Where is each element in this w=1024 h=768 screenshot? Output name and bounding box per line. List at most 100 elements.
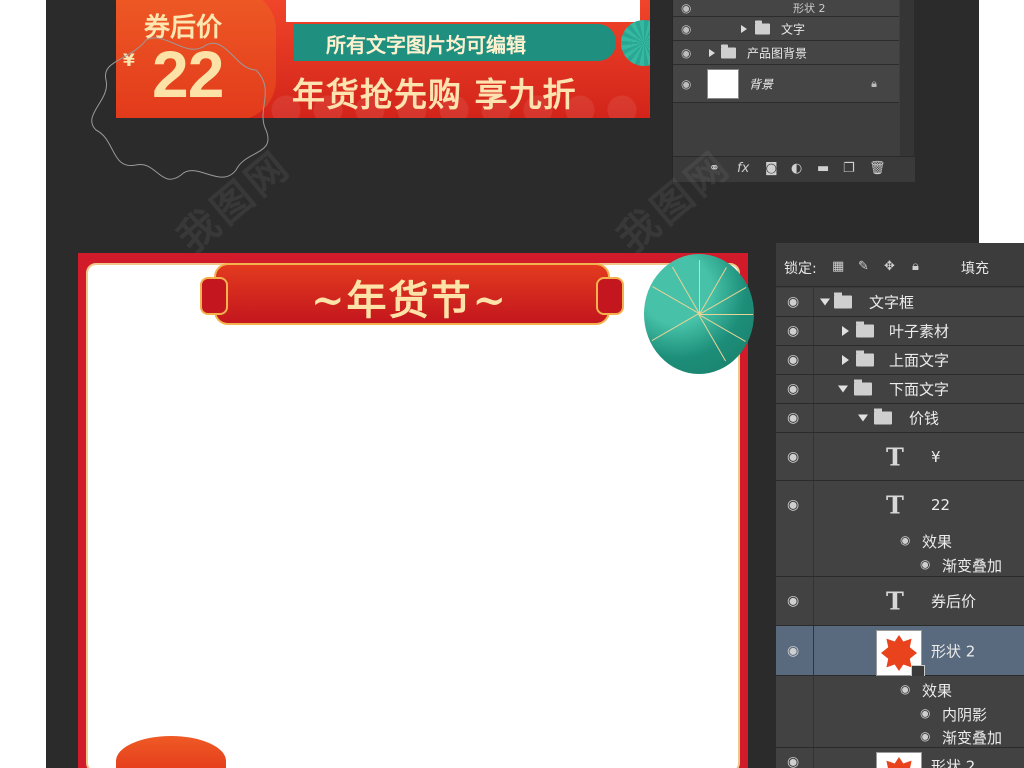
lock-icon: 🔒︎	[871, 76, 877, 90]
folder-icon	[834, 292, 852, 309]
visibility-eye-icon[interactable]: ◉	[787, 294, 799, 310]
layer-row-group[interactable]: ◉ 文字框	[776, 288, 1024, 317]
layer-name: 叶子素材	[889, 322, 950, 341]
expand-arrow-icon[interactable]	[842, 355, 849, 365]
effect-name: 渐变叠加	[942, 557, 1003, 575]
layers-panel-top: ◉ 形状 2 ◉ 文字 ◉ 产品图背景 ◉ 背景 🔒︎ ⚭ fx ◙ ◐ ▬ ❐…	[672, 0, 915, 182]
effect-name: 内阴影	[942, 706, 988, 724]
folder-icon	[856, 350, 874, 367]
folder-icon	[755, 20, 770, 34]
flower-ray	[699, 267, 727, 315]
lock-transparent-icon[interactable]: ▦	[832, 259, 844, 274]
layer-name: 上面文字	[889, 351, 950, 370]
new-layer-icon[interactable]: ❐	[843, 161, 855, 176]
layer-name: ¥	[931, 447, 941, 466]
effect-eye-icon[interactable]: ◉	[900, 533, 910, 547]
adjustment-icon[interactable]: ◐	[791, 161, 802, 176]
layer-name: 22	[931, 496, 951, 514]
layer-name: 形状 2	[931, 757, 976, 768]
layer-row-shape[interactable]: ◉ 形状 2	[776, 748, 1024, 768]
screenshot-stage: 券后价 ¥ 22 所有文字图片均可编辑 年货抢先购 享九折 ◉ 形状 2 ◉ 文…	[0, 0, 1024, 768]
layer-row-text[interactable]: ◉ T 22 ◉ 效果 ◉ 渐变叠加	[776, 481, 1024, 577]
shape-thumbnail	[876, 752, 922, 768]
layer-name: 文字	[781, 22, 806, 36]
folder-icon[interactable]: ▬	[817, 161, 829, 176]
text-layer-icon: T	[886, 490, 904, 520]
layer-row-group[interactable]: ◉ 下面文字	[776, 375, 1024, 404]
layer-row-group[interactable]: ◉ 价钱	[776, 404, 1024, 433]
visibility-eye-icon[interactable]: ◉	[681, 1, 691, 15]
expand-arrow-icon[interactable]	[709, 48, 715, 57]
visibility-eye-icon[interactable]: ◉	[787, 593, 799, 609]
flower-ray	[651, 313, 699, 341]
fx-icon[interactable]: fx	[737, 161, 749, 176]
layer-row-shape[interactable]: ◉ 形状 2	[673, 0, 899, 17]
layer-row-product-bg[interactable]: ◉ 产品图背景	[673, 41, 899, 65]
lock-all-icon[interactable]: 🔒︎	[912, 259, 919, 274]
effect-eye-icon[interactable]: ◉	[920, 729, 930, 743]
effect-eye-icon[interactable]: ◉	[920, 706, 930, 720]
visibility-eye-icon[interactable]: ◉	[787, 754, 799, 768]
layer-row-text[interactable]: ◉ T 券后价	[776, 577, 1024, 626]
lock-move-icon[interactable]: ✥	[884, 259, 895, 274]
visibility-eye-icon[interactable]: ◉	[681, 22, 691, 36]
effects-label: 效果	[922, 682, 953, 700]
visibility-eye-icon[interactable]: ◉	[681, 46, 691, 60]
editable-note-text: 所有文字图片均可编辑	[326, 33, 526, 57]
layer-effects-block[interactable]: ◉ 效果 ◉ 内阴影 ◉ 渐变叠加	[776, 676, 1024, 748]
layer-name: 价钱	[909, 409, 940, 428]
text-layer-icon: T	[886, 586, 904, 616]
expand-arrow-icon[interactable]	[842, 326, 849, 336]
collapse-arrow-icon[interactable]	[858, 414, 868, 422]
layer-name: 产品图背景	[747, 46, 808, 60]
layer-row-text[interactable]: ◉ T ¥	[776, 433, 1024, 481]
panel-scrollbar[interactable]	[900, 0, 914, 156]
layer-name: 文字框	[869, 293, 915, 312]
shape-path-outline[interactable]	[86, 30, 286, 180]
layers-panel-bottom: 锁定: ▦ ✎ ✥ 🔒︎ 填充 ◉ 文字框 ◉ 叶子素材 ◉ 上面文字 ◉ 下面…	[776, 243, 1024, 768]
visibility-eye-icon[interactable]: ◉	[787, 497, 799, 513]
trash-icon[interactable]: 🗑︎	[869, 161, 886, 176]
flower-ray	[699, 260, 700, 314]
collapse-arrow-icon[interactable]	[838, 385, 848, 393]
effect-eye-icon[interactable]: ◉	[900, 682, 910, 696]
layer-row-group[interactable]: ◉ 叶子素材	[776, 317, 1024, 346]
lock-paint-icon[interactable]: ✎	[858, 259, 869, 274]
effects-label: 效果	[922, 533, 953, 551]
layer-row-group[interactable]: ◉ 上面文字	[776, 346, 1024, 375]
banner-headline: 年货抢先购 享九折	[292, 75, 577, 114]
expand-arrow-icon[interactable]	[741, 24, 747, 33]
visibility-eye-icon[interactable]: ◉	[787, 643, 799, 659]
folder-icon	[856, 321, 874, 338]
folder-icon	[721, 44, 736, 58]
visibility-eye-icon[interactable]: ◉	[787, 410, 799, 426]
shape-thumbnail	[876, 630, 925, 679]
mask-icon[interactable]: ◙	[765, 161, 778, 176]
visibility-eye-icon[interactable]: ◉	[787, 323, 799, 339]
effect-eye-icon[interactable]: ◉	[920, 557, 930, 571]
corner-flower-icon	[644, 254, 754, 374]
visibility-eye-icon[interactable]: ◉	[787, 449, 799, 465]
link-icon[interactable]: ⚭	[709, 161, 720, 176]
layers-footer-toolbar: ⚭ fx ◙ ◐ ▬ ❐ 🗑︎	[673, 156, 915, 182]
flower-ray	[699, 314, 753, 315]
layer-row-text-group[interactable]: ◉ 文字	[673, 17, 899, 41]
layer-name: 形状 2	[931, 642, 976, 660]
visibility-eye-icon[interactable]: ◉	[787, 352, 799, 368]
layer-name: 形状 2	[793, 2, 826, 15]
text-layer-icon: T	[886, 442, 904, 471]
folder-icon	[874, 408, 892, 425]
visibility-eye-icon[interactable]: ◉	[787, 381, 799, 397]
layer-row-background[interactable]: ◉ 背景 🔒︎	[673, 65, 899, 103]
product-image-placeholder	[286, 0, 640, 22]
festival-frame-inner	[86, 263, 740, 768]
layer-row-shape-selected[interactable]: ◉ 形状 2	[776, 626, 1024, 679]
layer-name: 背景	[749, 77, 774, 91]
fill-label: 填充	[961, 261, 989, 277]
lock-toolbar: 锁定: ▦ ✎ ✥ 🔒︎ 填充	[776, 243, 1024, 287]
effect-name: 渐变叠加	[942, 729, 1003, 747]
visibility-eye-icon[interactable]: ◉	[681, 77, 691, 91]
festival-title: ~年货节~	[311, 277, 509, 324]
folder-icon	[854, 379, 872, 396]
collapse-arrow-icon[interactable]	[820, 298, 830, 306]
